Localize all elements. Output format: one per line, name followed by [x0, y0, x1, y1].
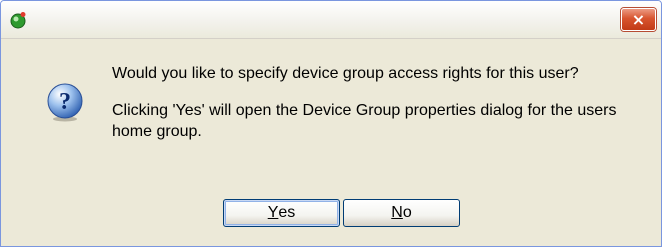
yes-accelerator: Y	[267, 204, 279, 221]
no-label: o	[402, 204, 412, 221]
no-button[interactable]: No	[343, 199, 460, 227]
message-text: Would you like to specify device group a…	[112, 63, 652, 142]
app-icon	[10, 12, 26, 29]
title-bar[interactable]: ×	[1, 1, 661, 39]
message-detail: Clicking 'Yes' will open the Device Grou…	[112, 102, 617, 140]
question-glyph: ?	[59, 89, 71, 115]
no-accelerator: N	[391, 204, 403, 221]
yes-label: es	[278, 204, 296, 221]
question-mark-icon: ?	[47, 83, 83, 122]
yes-button[interactable]: Yes	[223, 199, 340, 227]
close-icon: ×	[631, 10, 646, 29]
close-button[interactable]: ×	[621, 8, 656, 31]
message-question: Would you like to specify device group a…	[112, 65, 579, 82]
dialog-window: × ? Would you like to specify device gro…	[0, 0, 662, 247]
